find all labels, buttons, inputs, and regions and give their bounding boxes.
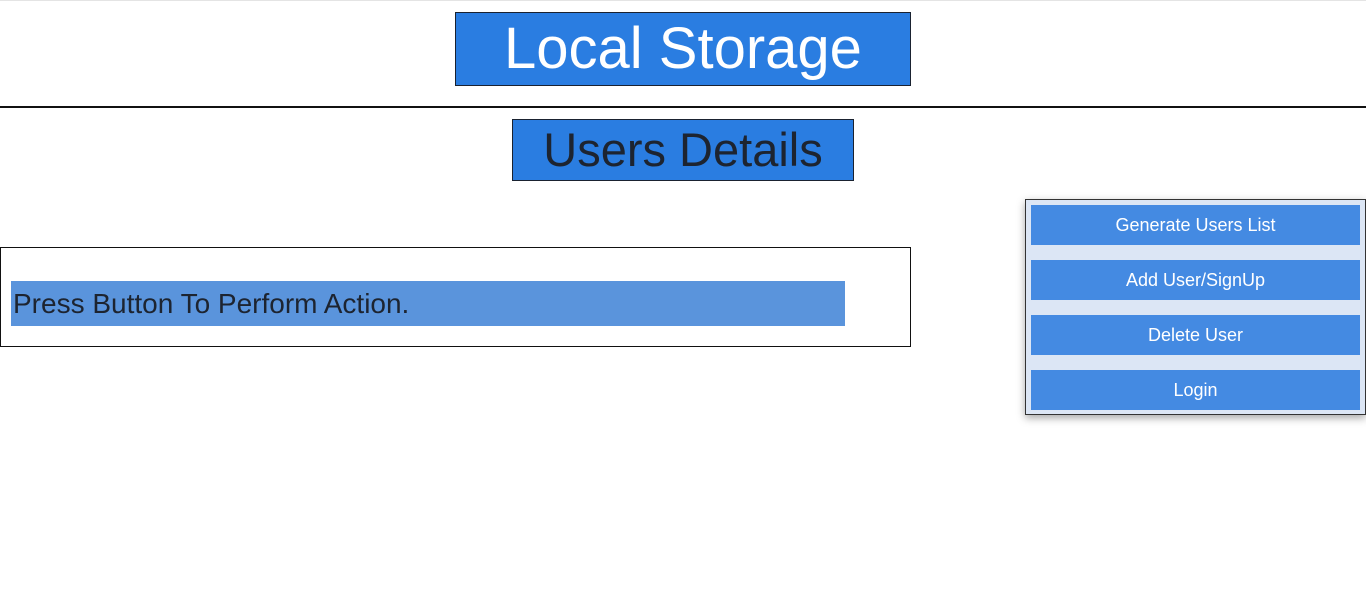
add-user-signup-button[interactable]: Add User/SignUp (1031, 260, 1360, 300)
generate-users-list-button[interactable]: Generate Users List (1031, 205, 1360, 245)
status-message: Press Button To Perform Action. (11, 281, 845, 326)
action-panel: Generate Users List Add User/SignUp Dele… (1025, 199, 1366, 415)
output-box: Press Button To Perform Action. (0, 247, 911, 347)
login-button[interactable]: Login (1031, 370, 1360, 410)
section-title: Users Details (512, 119, 854, 181)
app-title: Local Storage (455, 12, 911, 86)
header-divider (0, 106, 1366, 108)
delete-user-button[interactable]: Delete User (1031, 315, 1360, 355)
page: Local Storage Users Details Press Button… (0, 0, 1366, 607)
